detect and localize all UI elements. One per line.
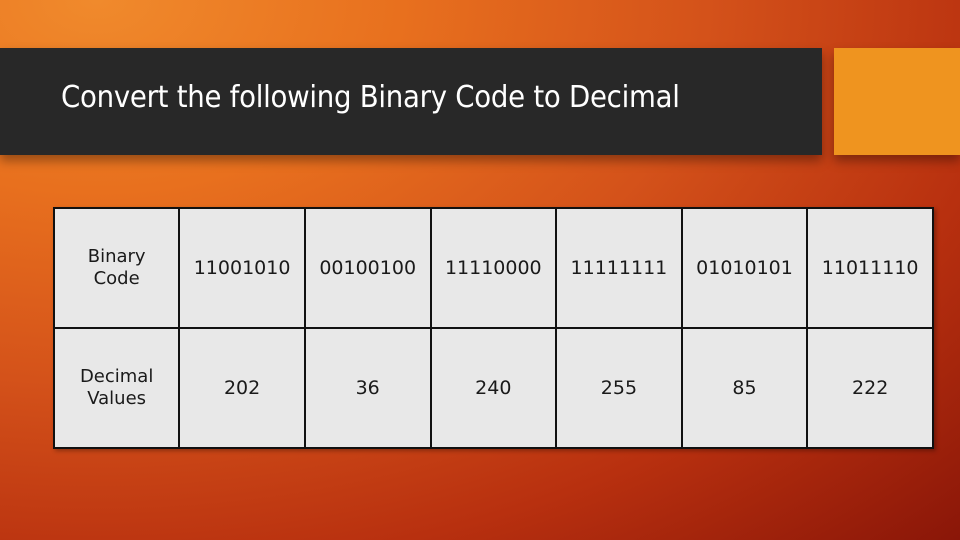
binary-cell: 11110000: [429, 207, 558, 329]
decimal-cell: 36: [303, 327, 432, 449]
slide-title: Convert the following Binary Code to Dec…: [61, 80, 680, 115]
decimal-cell: 202: [178, 327, 306, 449]
decimal-cell: 85: [680, 327, 809, 449]
binary-cell: 01010101: [680, 207, 809, 329]
binary-cell: 11001010: [178, 207, 306, 329]
decimal-cell: 255: [555, 327, 683, 449]
binary-cell: 11111111: [555, 207, 683, 329]
accent-block: [834, 48, 960, 155]
decimal-cell: 222: [806, 327, 934, 449]
binary-cell: 00100100: [303, 207, 432, 329]
decimal-cell: 240: [429, 327, 558, 449]
table-row-binary: Binary Code 11001010 00100100 11110000 1…: [52, 207, 934, 329]
conversion-table: Binary Code 11001010 00100100 11110000 1…: [52, 207, 934, 449]
row-header-decimal: Decimal Values: [52, 327, 181, 449]
row-header-binary: Binary Code: [52, 207, 181, 329]
binary-cell: 11011110: [806, 207, 934, 329]
table-row-decimal: Decimal Values 202 36 240 255 85 222: [52, 327, 934, 449]
